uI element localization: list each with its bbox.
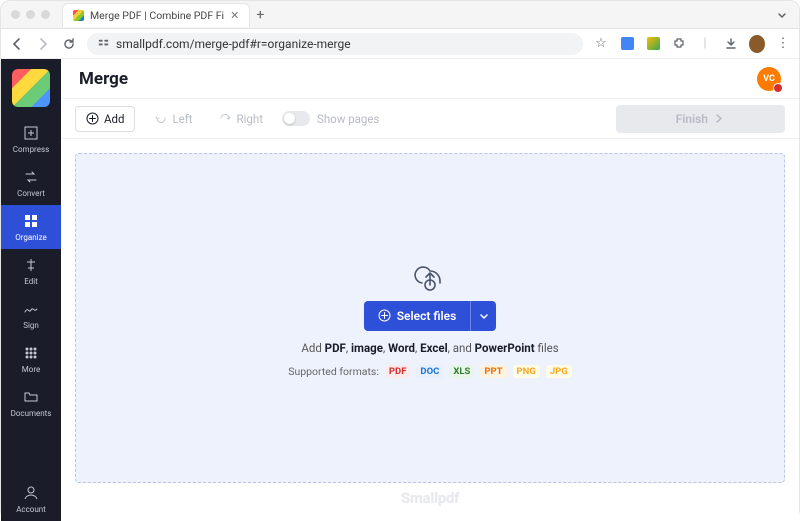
sidebar-item-documents[interactable]: Documents (1, 381, 61, 425)
sidebar-item-compress[interactable]: Compress (1, 117, 61, 161)
watermark: Smallpdf (75, 489, 785, 507)
sidebar-item-label: More (22, 365, 40, 374)
close-dot[interactable] (11, 10, 20, 19)
right-label: Right (237, 112, 263, 126)
menu-icon[interactable]: ⋮ (775, 36, 791, 52)
documents-icon (22, 388, 40, 406)
reload-button[interactable] (61, 36, 77, 52)
upload-cloud-icon (410, 259, 450, 291)
format-badge-jpg: JPG (546, 365, 572, 378)
format-badge-ppt: PPT (480, 365, 506, 378)
traffic-lights (1, 10, 60, 19)
format-badge-doc: DOC (416, 365, 443, 378)
sidebar-item-label: Organize (15, 233, 47, 242)
browser-toolbar: smallpdf.com/merge-pdf#r=organize-merge … (1, 29, 799, 59)
sidebar-item-sign[interactable]: Sign (1, 293, 61, 337)
zoom-dot[interactable] (41, 10, 50, 19)
minimize-dot[interactable] (26, 10, 35, 19)
select-files-group: Select files (364, 301, 497, 331)
browser-tab[interactable]: Merge PDF | Combine PDF Fi ✕ (62, 3, 250, 27)
sidebar-item-organize[interactable]: Organize (1, 205, 61, 249)
tab-favicon (73, 10, 84, 21)
app-logo[interactable] (12, 69, 50, 107)
extension-1-icon[interactable] (619, 36, 635, 52)
toolbar: Add Left Right Show pages Finish (61, 99, 799, 139)
forward-button[interactable] (35, 36, 51, 52)
supported-formats: Supported formats: PDF DOC XLS PPT PNG J… (288, 365, 572, 378)
browser-actions: ☆ | ⋮ (593, 36, 791, 52)
show-pages-label: Show pages (317, 112, 379, 126)
sidebar-item-more[interactable]: More (1, 337, 61, 381)
sidebar-item-label: Sign (23, 321, 39, 330)
sign-icon (22, 300, 40, 318)
address-bar[interactable]: smallpdf.com/merge-pdf#r=organize-merge (87, 33, 583, 55)
convert-icon (22, 168, 40, 186)
url-text: smallpdf.com/merge-pdf#r=organize-merge (116, 37, 351, 51)
bookmark-icon[interactable]: ☆ (593, 36, 609, 52)
show-pages-toggle: Show pages (282, 111, 379, 126)
tab-title: Merge PDF | Combine PDF Fi (90, 9, 224, 22)
sidebar: Compress Convert Organize Edit Sign (1, 59, 61, 521)
dropzone[interactable]: Select files Add PDF, image, Word, Excel… (75, 153, 785, 483)
rotate-left-button: Left (147, 106, 199, 132)
tab-close-icon[interactable]: ✕ (230, 9, 239, 22)
select-files-label: Select files (397, 309, 457, 323)
more-icon (22, 344, 40, 362)
edit-icon (22, 256, 40, 274)
organize-icon (22, 212, 40, 230)
page-title: Merge (79, 69, 128, 89)
sidebar-item-label: Documents (11, 409, 52, 418)
user-avatar[interactable]: VC (757, 67, 781, 91)
site-settings-icon[interactable] (97, 37, 110, 50)
sidebar-item-label: Edit (24, 277, 38, 286)
finish-label: Finish (676, 112, 708, 126)
format-badge-pdf: PDF (385, 365, 411, 378)
extension-2-icon[interactable] (645, 36, 661, 52)
dropzone-hint: Add PDF, image, Word, Excel, and PowerPo… (301, 341, 558, 355)
sidebar-item-edit[interactable]: Edit (1, 249, 61, 293)
formats-label: Supported formats: (288, 365, 379, 378)
download-icon[interactable] (723, 36, 739, 52)
divider: | (697, 36, 713, 52)
sidebar-item-label: Account (16, 505, 46, 514)
extensions-icon[interactable] (671, 36, 687, 52)
back-button[interactable] (9, 36, 25, 52)
new-tab-button[interactable]: + (250, 7, 270, 23)
select-files-dropdown[interactable] (470, 301, 496, 331)
sidebar-item-convert[interactable]: Convert (1, 161, 61, 205)
profile-avatar[interactable] (749, 36, 765, 52)
sidebar-item-label: Compress (13, 145, 49, 154)
select-files-button[interactable]: Select files (364, 301, 471, 331)
sidebar-item-account[interactable]: Account (1, 477, 61, 521)
window-titlebar: Merge PDF | Combine PDF Fi ✕ + (1, 1, 799, 29)
compress-icon (22, 124, 40, 142)
toggle-switch[interactable] (282, 111, 310, 126)
format-badge-xls: XLS (449, 365, 474, 378)
format-badge-png: PNG (513, 365, 540, 378)
rotate-right-button: Right (212, 106, 270, 132)
account-icon (22, 484, 40, 502)
add-label: Add (104, 112, 124, 126)
sidebar-item-label: Convert (17, 189, 45, 198)
finish-button: Finish (616, 105, 785, 133)
add-button[interactable]: Add (75, 106, 135, 132)
window-collapse-icon[interactable] (775, 8, 789, 22)
left-label: Left (172, 112, 192, 126)
page-header: Merge VC (61, 59, 799, 99)
